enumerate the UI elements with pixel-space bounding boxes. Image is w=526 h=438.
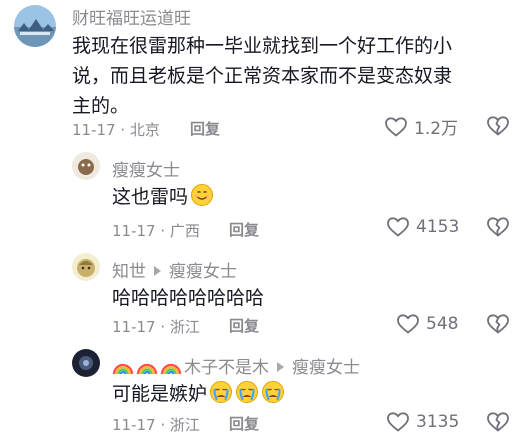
comment-text-line: 我现在很雷那种一毕业就找到一个好工作的小 — [72, 35, 453, 57]
broken-heart-icon — [486, 114, 510, 138]
rainbow-icon — [160, 359, 182, 375]
username-thread: 木子不是木 瘦瘦女士 — [112, 353, 360, 378]
avatar[interactable] — [14, 5, 56, 47]
comment-text: 哈哈哈哈哈哈哈哈 — [112, 287, 265, 309]
username[interactable]: 木子不是木 — [184, 358, 269, 378]
avatar[interactable] — [72, 349, 100, 377]
heart-icon — [386, 215, 410, 239]
like-count: 548 — [426, 314, 459, 334]
like-button[interactable]: 1.2万 — [384, 114, 458, 139]
comment-text: 我现在很雷那种一毕业就找到一个好工作的小 说，而且老板是个正常资本家而不是变态奴… — [72, 31, 512, 121]
avatar[interactable] — [72, 152, 100, 180]
rainbow-icon — [112, 359, 134, 375]
username[interactable]: 财旺福旺运道旺 — [72, 4, 191, 29]
smile-emoji-icon — [190, 183, 214, 207]
reply-button[interactable]: 回复 — [229, 413, 259, 434]
like-button[interactable]: 4153 — [386, 215, 459, 239]
comment-text-content: 这也雷吗 — [112, 186, 189, 208]
username[interactable]: 瘦瘦女士 — [112, 156, 180, 181]
dislike-button[interactable] — [486, 410, 510, 434]
crying-emoji-icon — [261, 380, 285, 404]
date-location: 11-17 · 广西 — [112, 222, 200, 240]
reply-to-username[interactable]: 瘦瘦女士 — [169, 262, 237, 282]
reply-arrow-icon — [277, 362, 284, 372]
dislike-button[interactable] — [486, 215, 510, 239]
dislike-button[interactable] — [486, 114, 510, 138]
like-count: 4153 — [416, 217, 460, 237]
reply-arrow-icon — [154, 266, 161, 276]
heart-icon — [386, 410, 410, 434]
reply-to-username[interactable]: 瘦瘦女士 — [292, 358, 360, 378]
date-location: 11-17 · 浙江 — [112, 318, 200, 336]
heart-icon — [396, 312, 420, 336]
crying-emoji-icon — [209, 380, 233, 404]
rainbow-icon — [136, 359, 158, 375]
like-count: 1.2万 — [414, 119, 459, 139]
like-button[interactable]: 3135 — [386, 410, 459, 434]
username-thread: 知世 瘦瘦女士 — [112, 257, 237, 282]
comment-text: 可能是嫉妒 — [112, 379, 285, 409]
crying-emoji-icon — [235, 380, 259, 404]
avatar[interactable] — [72, 253, 100, 281]
reply-button[interactable]: 回复 — [190, 118, 220, 139]
broken-heart-icon — [486, 410, 510, 434]
like-button[interactable]: 548 — [396, 312, 458, 336]
date-location: 11-17 · 北京 — [72, 121, 160, 139]
comment-text-line: 说，而且老板是个正常资本家而不是变态奴隶 — [72, 65, 453, 87]
username[interactable]: 知世 — [112, 262, 146, 282]
comment-text-content: 可能是嫉妒 — [112, 383, 208, 405]
broken-heart-icon — [486, 215, 510, 239]
broken-heart-icon — [486, 312, 510, 336]
dislike-button[interactable] — [486, 312, 510, 336]
date-location: 11-17 · 浙江 — [112, 416, 200, 434]
reply-button[interactable]: 回复 — [229, 219, 259, 240]
like-count: 3135 — [416, 412, 460, 432]
reply-button[interactable]: 回复 — [229, 315, 259, 336]
comment-text: 这也雷吗 — [112, 182, 214, 212]
heart-icon — [384, 115, 408, 139]
